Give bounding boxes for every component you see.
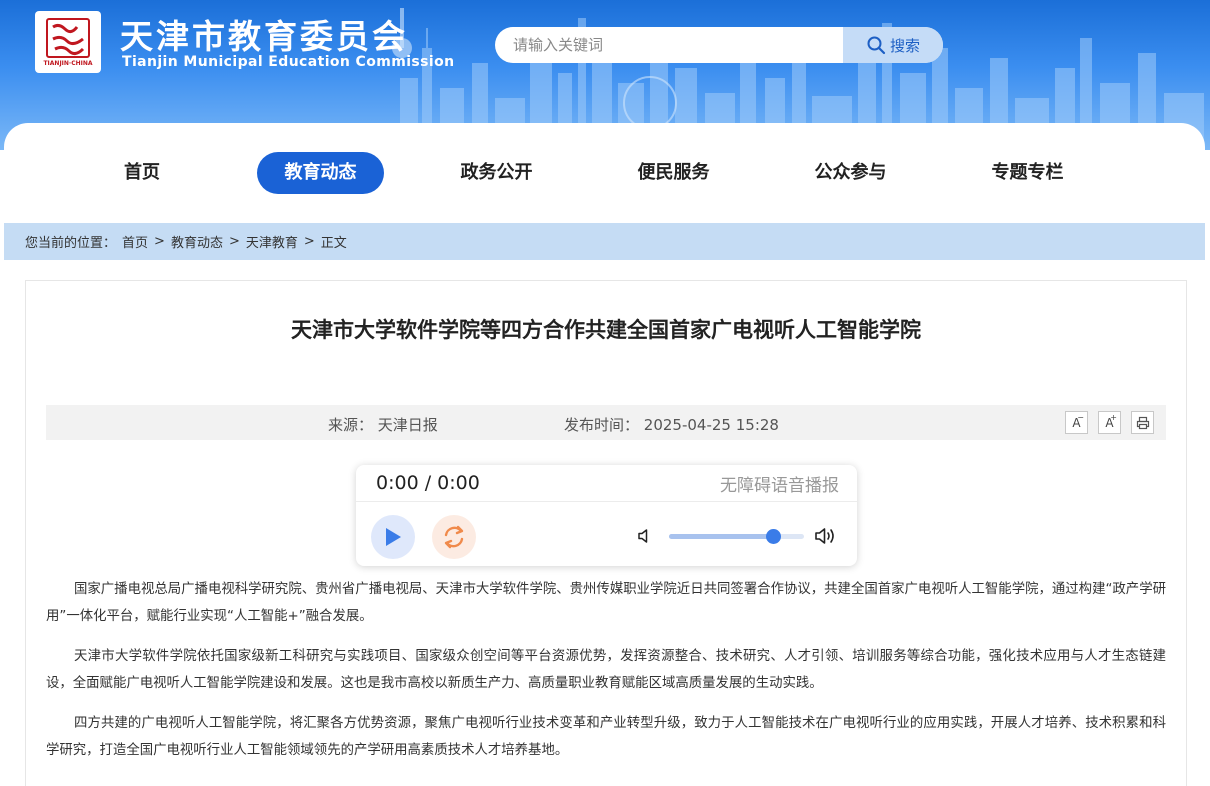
audio-player-header: 0:00 / 0:00 无障碍语音播报 (356, 465, 857, 502)
print-button[interactable] (1131, 411, 1154, 434)
breadcrumb-prefix: 您当前的位置： (25, 236, 117, 251)
breadcrumb-item-tianjin-education[interactable]: 天津教育 (246, 232, 298, 251)
article-meta-bar: 来源： 天津日报 发布时间： 2025-04-25 15:28 A − A + (46, 405, 1166, 440)
logo-seal (46, 18, 90, 58)
nav-item-home[interactable]: 首页 (99, 152, 185, 194)
breadcrumb-item-current: 正文 (320, 236, 347, 251)
article-paragraph: 天津市大学软件学院依托国家级新工科研究与实践项目、国家级众创空间等平台资源优势，… (46, 649, 1166, 691)
audio-player: 0:00 / 0:00 无障碍语音播报 (356, 465, 857, 566)
source-value: 天津日报 (377, 416, 438, 434)
breadcrumb-separator: > (303, 234, 315, 249)
print-icon (1136, 416, 1149, 429)
volume-high-icon[interactable] (814, 525, 838, 547)
breadcrumb-item-home[interactable]: 首页 (122, 232, 148, 251)
volume-slider[interactable] (669, 529, 804, 544)
search-icon (867, 36, 886, 55)
volume-slider-handle[interactable] (765, 529, 781, 544)
font-increase-button[interactable]: A + (1098, 411, 1121, 434)
article-paragraph: 国家广播电视总局广播电视科学研究院、贵州省广播电视局、天津市大学软件学院、贵州传… (46, 582, 1166, 624)
article-paragraph: 四方共建的广电视听人工智能学院，将汇聚各方优势资源，聚焦广电视听行业技术变革和产… (46, 716, 1166, 758)
article-source: 来源： 天津日报 (328, 414, 438, 435)
article-container: 天津市大学软件学院等四方合作共建全国首家广电视听人工智能学院 来源： 天津日报 … (25, 280, 1187, 786)
search-button-label: 搜索 (889, 36, 920, 55)
play-icon (386, 528, 401, 546)
search-box: 搜索 (495, 27, 943, 63)
article-title: 天津市大学软件学院等四方合作共建全国首家广电视听人工智能学院 (291, 318, 921, 342)
publish-time-value: 2025-04-25 15:28 (643, 416, 779, 434)
nav-item-government-affairs[interactable]: 政务公开 (444, 152, 549, 194)
loop-icon (444, 525, 464, 549)
article-publish-time: 发布时间： 2025-04-25 15:28 (564, 414, 779, 435)
loop-button[interactable] (432, 515, 476, 559)
font-decrease-button[interactable]: A − (1065, 411, 1088, 434)
nav-item-public-participation[interactable]: 公众参与 (798, 152, 903, 194)
breadcrumb-separator: > (228, 234, 240, 249)
site-logo[interactable]: TIANJIN·CHINA (35, 11, 101, 73)
publish-time-label: 发布时间： (564, 416, 640, 434)
site-subtitle: Tianjin Municipal Education Commission (122, 54, 455, 70)
volume-low-icon[interactable] (636, 527, 654, 545)
article-tools: A − A + (1065, 411, 1154, 434)
breadcrumb-item-education-news[interactable]: 教育动态 (171, 232, 223, 251)
nav-item-special-topics[interactable]: 专题专栏 (975, 152, 1080, 194)
volume-slider-fill (669, 534, 773, 539)
play-button[interactable] (371, 515, 415, 559)
main-nav: 首页 教育动态 政务公开 便民服务 公众参与 专题专栏 (4, 123, 1205, 223)
logo-caption: TIANJIN·CHINA (43, 60, 93, 67)
source-label: 来源： (328, 416, 374, 434)
breadcrumb-separator: > (154, 234, 165, 249)
site-title: 天津市教育委员会 (120, 17, 408, 56)
nav-item-public-services[interactable]: 便民服务 (621, 152, 726, 194)
breadcrumb: 您当前的位置： 首页 > 教育动态 > 天津教育 > 正文 (4, 223, 1205, 260)
audio-time: 0:00 / 0:00 (376, 472, 480, 494)
search-input[interactable] (495, 27, 843, 63)
audio-player-label: 无障碍语音播报 (720, 475, 839, 496)
search-button[interactable]: 搜索 (843, 27, 943, 63)
nav-item-education-news[interactable]: 教育动态 (257, 152, 384, 194)
